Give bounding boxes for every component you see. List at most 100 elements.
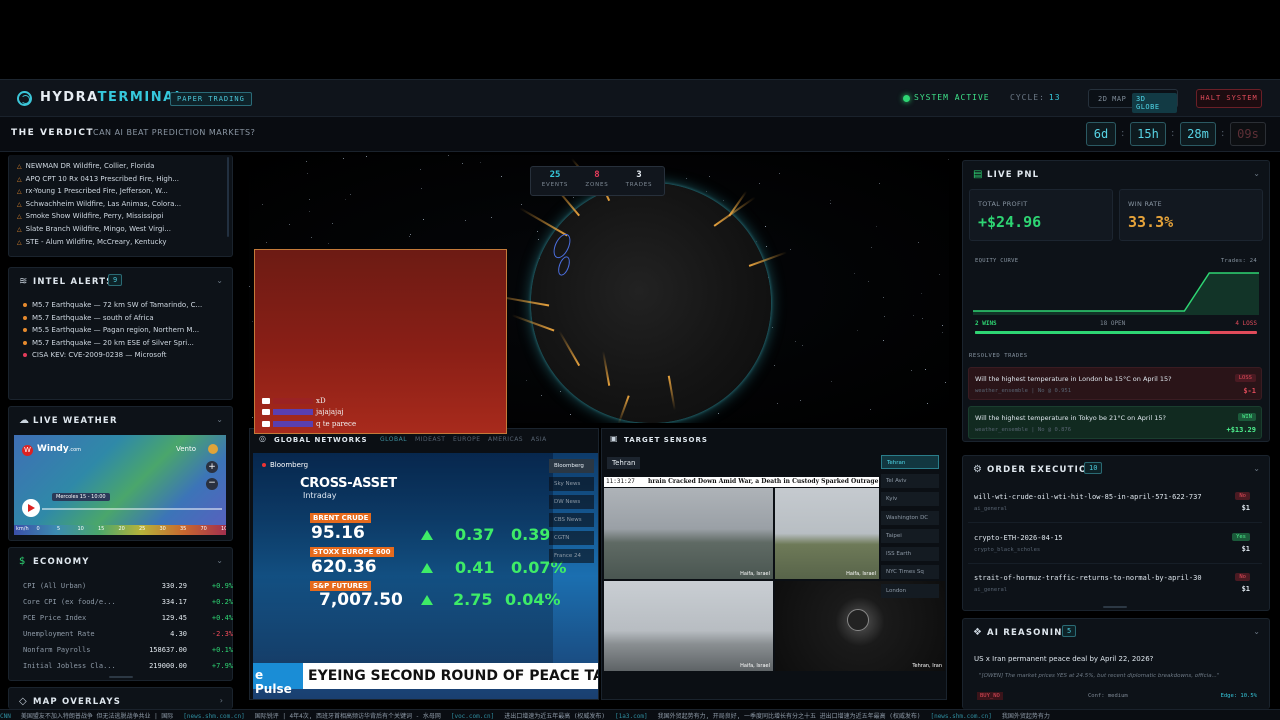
map-overlays-panel[interactable]: ◇ MAP OVERLAYS ›: [8, 687, 233, 709]
news-headline[interactable]: 国际锐评 | 4年4次, 西班牙首相高频访华背后有个关键词 - 水母网: [255, 713, 441, 720]
tab-global[interactable]: GLOBAL: [380, 436, 407, 443]
order-side-badge: Yes: [1232, 533, 1250, 541]
play-button[interactable]: [22, 499, 40, 517]
economy-title: ECONOMY: [33, 557, 90, 567]
camera-feed[interactable]: Haifa, Israel: [775, 488, 879, 579]
news-headline[interactable]: 美国盟友不加入特朗普战争 但无法逃脱战争共业 | 国际: [21, 713, 173, 720]
sensor-loc-tehran[interactable]: Tehran: [881, 455, 939, 469]
order-row[interactable]: will-wti-crude-oil-wti-hit-low-85-in-apr…: [968, 489, 1262, 523]
fire-item[interactable]: APQ CPT 10 Rx 0413 Prescribed Fire, High…: [17, 175, 179, 183]
star: [306, 160, 308, 162]
windy-layer[interactable]: Vento: [176, 445, 196, 453]
econ-value: 334.17: [161, 598, 187, 606]
intel-alerts-title: INTEL ALERTS: [33, 277, 114, 287]
zoom-in-button[interactable]: +: [206, 461, 218, 473]
sensor-loc-taipei[interactable]: Taipei: [881, 529, 939, 543]
channel-bloomberg[interactable]: Bloomberg: [549, 459, 594, 473]
up-arrow-icon: [421, 595, 433, 605]
channel-cbs-news[interactable]: CBS News: [549, 513, 594, 527]
live-stream-video[interactable]: [254, 249, 507, 434]
fire-item[interactable]: Schwachheim Wildfire, Las Animas, Colora…: [17, 200, 181, 208]
star: [869, 409, 871, 411]
fire-item[interactable]: NEWMAN DR Wildfire, Collier, Florida: [17, 162, 155, 170]
sensor-loc-tel-aviv[interactable]: Tel Aviv: [881, 474, 939, 488]
tab-mideast[interactable]: MIDEAST: [415, 436, 445, 443]
intel-alert-item[interactable]: M5.7 Earthquake — 20 km ESE of Silver Sp…: [23, 339, 194, 347]
camera-feed[interactable]: Haifa, Israel: [604, 488, 773, 579]
fire-item[interactable]: rx-Young 1 Prescribed Fire, Jefferson, W…: [17, 187, 168, 195]
intel-alert-item[interactable]: M5.7 Earthquake — 72 km SW of Tamarindo,…: [23, 301, 202, 309]
chevron-down-icon[interactable]: ⌄: [216, 415, 223, 424]
reasoning-count-badge: 5: [1062, 625, 1077, 637]
top-bar: HYDRATERMINAL PAPER TRADING SYSTEM ACTIV…: [0, 79, 1280, 117]
live-tv-player[interactable]: Bloomberg CROSS-ASSET Intraday BRENT CRU…: [253, 453, 598, 699]
countdown-minutes: 28m: [1180, 122, 1216, 146]
view-2d-button[interactable]: 2D MAP: [1094, 93, 1130, 105]
sensor-loc-iss[interactable]: ISS Earth: [881, 547, 939, 561]
resolved-trade[interactable]: Will the highest temperature in Tokyo be…: [968, 406, 1262, 439]
star: [853, 273, 855, 275]
bloomberg-logo: Bloomberg: [262, 461, 308, 469]
order-row[interactable]: crypto-ETH-2026-04-15 crypto_black_schol…: [968, 530, 1262, 564]
scale-label: 20: [118, 526, 125, 532]
sensor-loc-london[interactable]: London: [881, 584, 939, 598]
order-row[interactable]: strait-of-hormuz-traffic-returns-to-norm…: [968, 570, 1262, 604]
fire-item[interactable]: Slate Branch Wildfire, Mingo, West Virgi…: [17, 225, 171, 233]
sensor-loc-washington[interactable]: Washington DC: [881, 511, 939, 525]
intel-alert-item[interactable]: M5.7 Earthquake — south of Africa: [23, 314, 154, 322]
fire-item[interactable]: Smoke Show Wildfire, Perry, Mississippi: [17, 212, 164, 220]
sensor-banner-text: hrain Cracked Down Amid War, a Death in …: [648, 478, 879, 485]
stat-events: 25 EVENTS: [535, 170, 575, 188]
intel-alert-item[interactable]: M5.5 Earthquake — Pagan region, Northern…: [23, 326, 199, 334]
channel-france-24[interactable]: France 24: [549, 549, 594, 563]
resolved-trade[interactable]: Will the highest temperature in London b…: [968, 367, 1262, 400]
sensor-loc-kyiv[interactable]: Kyiv: [881, 492, 939, 506]
app-root: HYDRATERMINAL PAPER TRADING SYSTEM ACTIV…: [0, 0, 1280, 720]
channel-dw-news[interactable]: DW News: [549, 495, 594, 509]
tab-europe[interactable]: EUROPE: [453, 436, 480, 443]
timeline-track[interactable]: [42, 508, 222, 510]
chevron-down-icon[interactable]: ⌄: [1253, 627, 1260, 636]
star: [913, 314, 915, 316]
windy-map[interactable]: W Windy.com Vento + − Mercoles 15 - 10:0…: [14, 435, 226, 535]
earth-globe[interactable]: [531, 183, 771, 423]
chevron-right-icon[interactable]: ›: [220, 696, 223, 705]
view-3d-button[interactable]: 3D GLOBE: [1132, 93, 1177, 113]
reasoning-confidence: Conf: medium: [1088, 693, 1128, 699]
news-ticker[interactable]: CNN 美国盟友不加入特朗普战争 但无法逃脱战争共业 | 国际 [news.shm.…: [0, 709, 1280, 720]
halt-system-button[interactable]: HALT SYSTEM: [1196, 89, 1262, 108]
resize-handle[interactable]: [1103, 606, 1127, 608]
chevron-down-icon[interactable]: ⌄: [1253, 169, 1260, 178]
camera-feed[interactable]: Haifa, Israel: [604, 581, 773, 671]
chevron-down-icon[interactable]: ⌄: [216, 276, 223, 285]
chevron-down-icon[interactable]: ⌄: [216, 556, 223, 565]
fires-scrollbar[interactable]: [227, 157, 229, 237]
tab-asia[interactable]: ASIA: [531, 436, 547, 443]
wind-layer-icon[interactable]: [208, 444, 218, 454]
econ-value: 158637.00: [149, 646, 187, 654]
resize-handle[interactable]: [109, 676, 133, 678]
camera-label: Haifa, Israel: [740, 663, 770, 669]
intel-count-badge: 9: [108, 274, 123, 286]
sensor-loc-nyc[interactable]: NYC Times Sq: [881, 565, 939, 579]
star: [802, 344, 804, 346]
trade-meta: weather_ensemble | No @ 0.951: [975, 388, 1072, 394]
trade-pnl: $-1: [1243, 387, 1256, 395]
trade-question: Will the highest temperature in Tokyo be…: [975, 414, 1166, 422]
intel-alert-item[interactable]: CISA KEV: CVE-2009-0238 — Microsoft: [23, 351, 166, 359]
chat-text: jajajajaj: [316, 408, 344, 416]
scale-label: km/h: [16, 526, 29, 532]
profit-label: TOTAL PROFIT: [978, 200, 1028, 208]
fire-item[interactable]: STE - Alum Wildfire, McCreary, Kentucky: [17, 238, 167, 246]
news-headline[interactable]: 我国外贸起势有力, 开局良好, 一季度同比增长有分之十五 进出口增速为近五年最高…: [658, 713, 921, 720]
reasoning-quote: "[OWEN] The market prices YES at 24.5%, …: [979, 673, 1220, 679]
channel-cgtn[interactable]: CGTN: [549, 531, 594, 545]
zoom-out-button[interactable]: −: [206, 478, 218, 490]
chevron-down-icon[interactable]: ⌄: [1253, 464, 1260, 473]
windy-brand: Windy.com: [37, 444, 81, 454]
tab-americas[interactable]: AMERICAS: [488, 436, 523, 443]
channel-sky-news[interactable]: Sky News: [549, 477, 594, 491]
scale-label: 5: [57, 526, 61, 532]
news-headline[interactable]: 我国外贸起势有力: [1002, 713, 1050, 720]
news-headline[interactable]: 进出口增速为近五年最高 (权威发布): [504, 713, 605, 720]
